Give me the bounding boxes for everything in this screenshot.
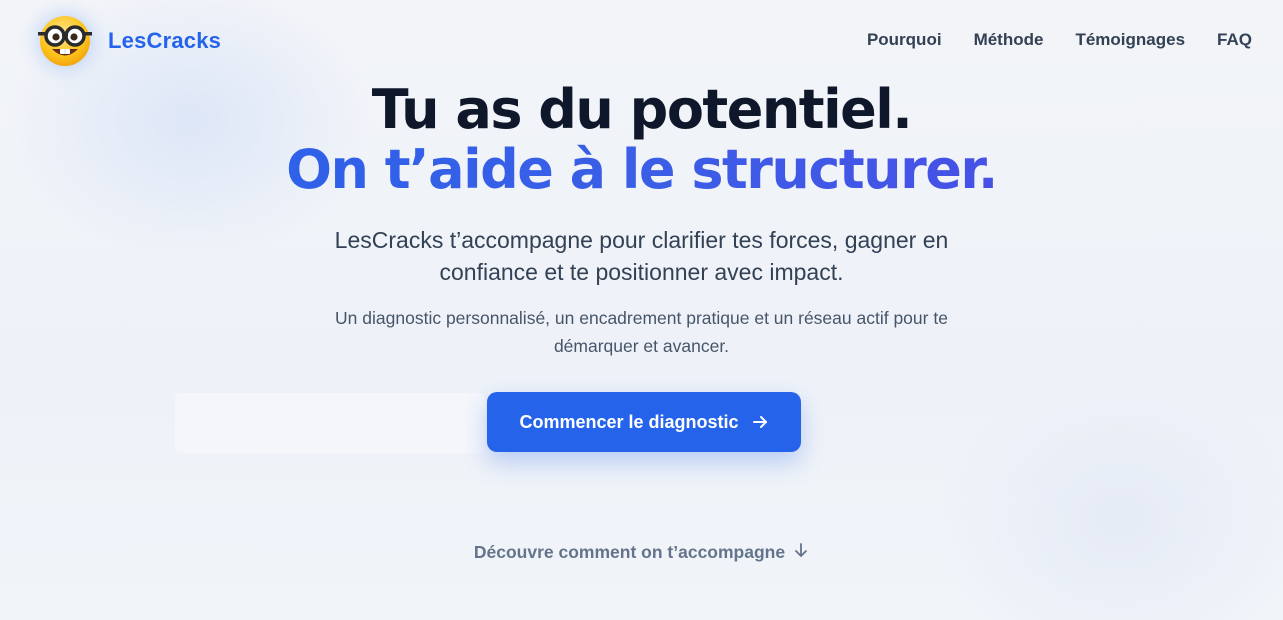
nav-link-temoignages[interactable]: Témoignages bbox=[1075, 28, 1185, 52]
hero-lead: LesCracks t’accompagne pour clarifier te… bbox=[334, 227, 949, 285]
brand-logo-link[interactable]: LesCracks bbox=[36, 14, 221, 68]
hero-headline-line2: On t’aide à le structurer. bbox=[0, 140, 1283, 200]
nav-link-faq[interactable]: FAQ bbox=[1217, 28, 1252, 52]
discover-label: Découvre comment on t’accompagne bbox=[473, 542, 786, 562]
cta-label: Commencer le diagnostic bbox=[519, 411, 739, 432]
hero-headline-line1: Tu as du potentiel. bbox=[371, 78, 913, 141]
main-nav: Pourquoi Méthode Témoignages FAQ bbox=[867, 28, 1252, 52]
hero-subtext: Un diagnostic personnalisé, un encadreme… bbox=[335, 308, 948, 356]
landing-page: LesCracks Pourquoi Méthode Témoignages F… bbox=[0, 0, 1283, 620]
start-diagnostic-button[interactable]: Commencer le diagnostic bbox=[487, 392, 801, 452]
arrow-down-icon bbox=[793, 541, 809, 564]
nav-link-pourquoi[interactable]: Pourquoi bbox=[867, 28, 942, 52]
discover-link[interactable]: Découvre comment on t’accompagne bbox=[0, 541, 1283, 564]
decorative-panel bbox=[175, 393, 485, 453]
brand-name: LesCracks bbox=[108, 28, 222, 53]
arrow-right-icon bbox=[751, 413, 769, 431]
nav-link-methode[interactable]: Méthode bbox=[974, 28, 1044, 52]
nerd-face-icon bbox=[36, 14, 94, 68]
